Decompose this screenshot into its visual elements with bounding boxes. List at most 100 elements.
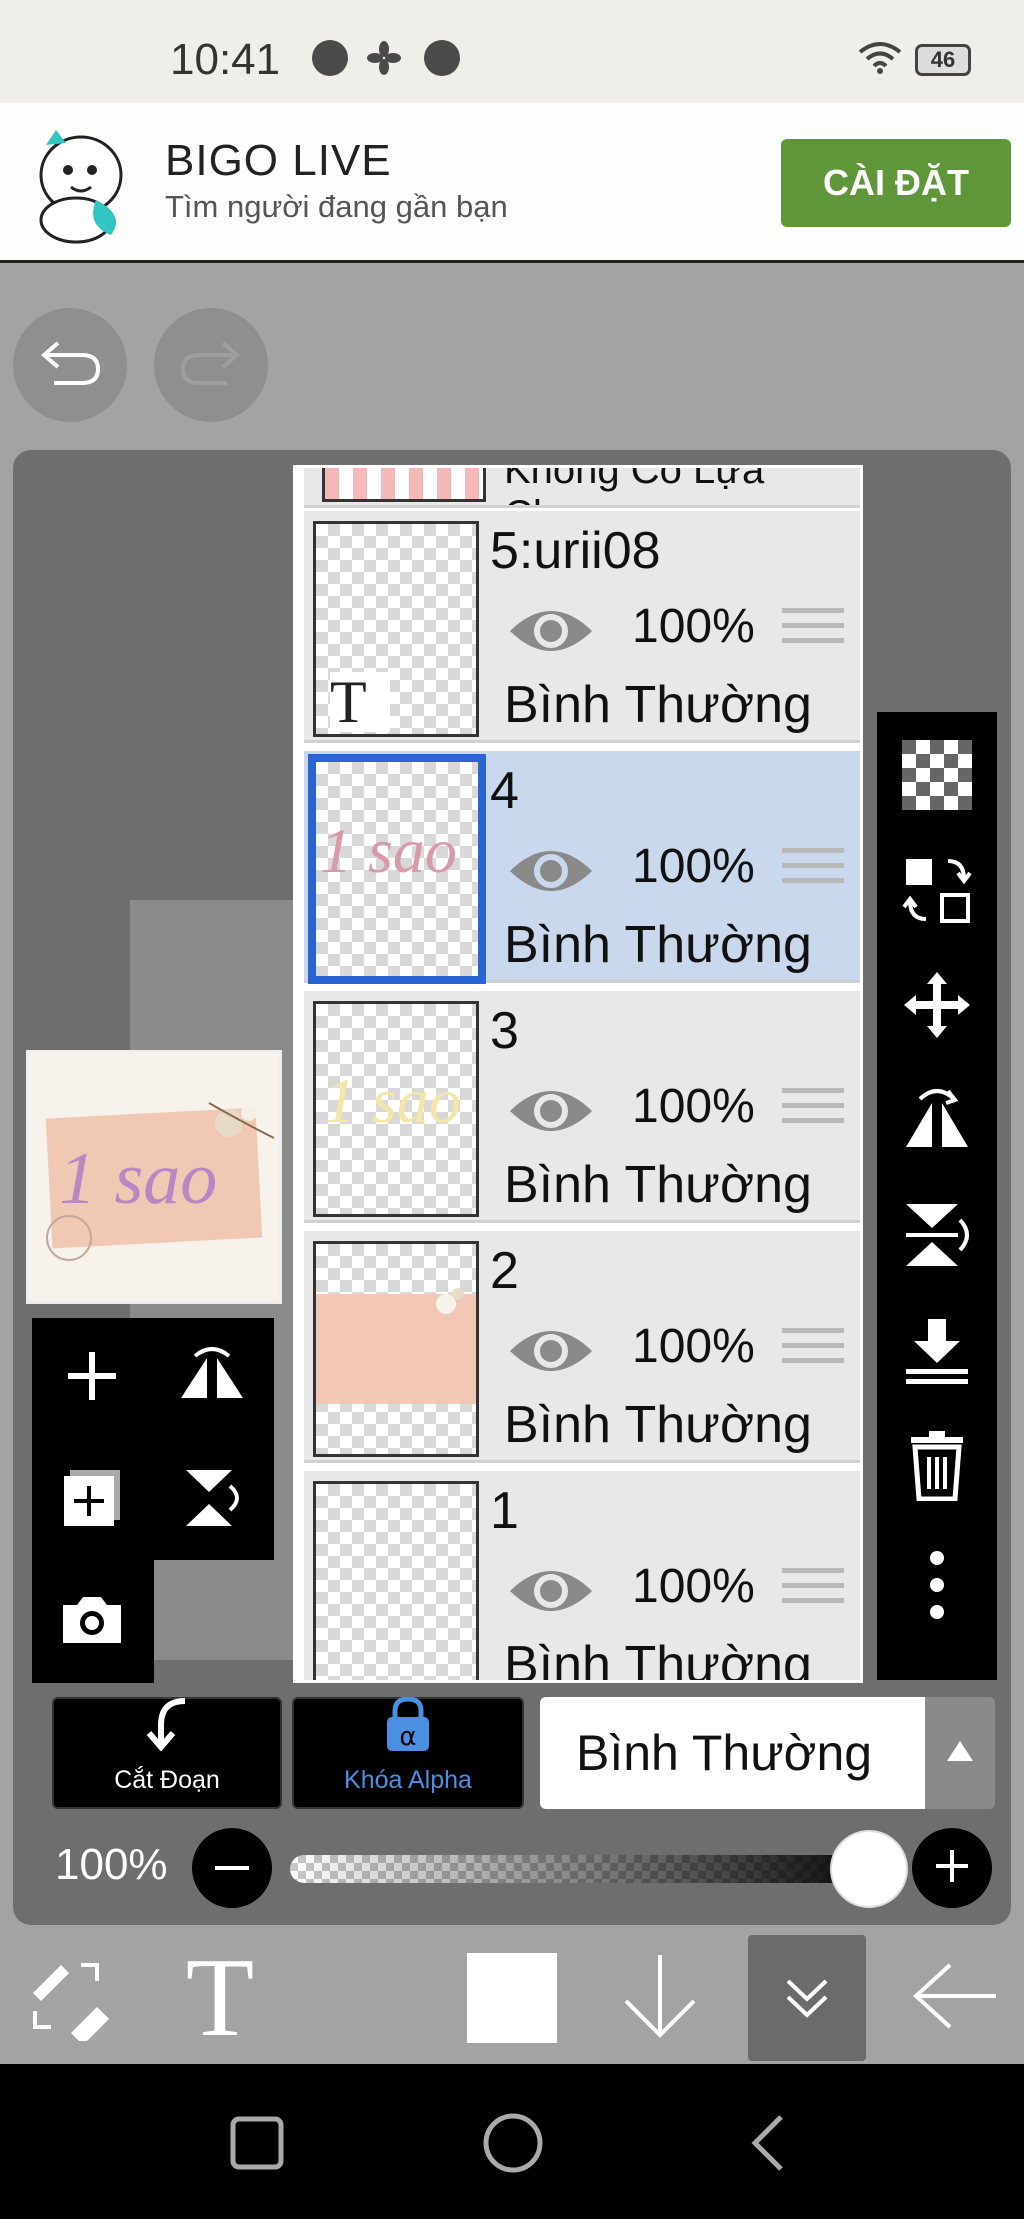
layer-row[interactable]: 1 100% Bình Thường	[304, 1471, 860, 1683]
rotate-flip-v-button[interactable]	[152, 1440, 272, 1560]
undo-icon	[38, 337, 102, 394]
rotate-flip-h-button[interactable]	[152, 1318, 272, 1438]
layer-thumb-partial	[322, 468, 486, 502]
status-bar: 10:41 46	[0, 0, 1024, 103]
transfer-icon	[902, 855, 972, 930]
trash-icon	[907, 1429, 967, 1506]
opacity-decrease-button[interactable]	[192, 1828, 272, 1908]
visibility-eye-icon[interactable]	[508, 1083, 594, 1139]
layers-list[interactable]: Không Có Lựa Chọn T 5:urii08 100% Bình T…	[293, 465, 863, 1683]
visibility-eye-icon[interactable]	[508, 1563, 594, 1619]
blend-mode-dropdown-button[interactable]	[925, 1697, 995, 1809]
layer-partial-label: Không Có Lựa Chọn	[504, 468, 765, 505]
add-layer-icon	[64, 1348, 120, 1409]
install-button[interactable]: CÀI ĐẶT	[781, 139, 1011, 227]
move-icon	[902, 970, 972, 1045]
layer-blend-mode: Bình Thường	[504, 1156, 812, 1214]
flip-horizontal-icon	[902, 1085, 972, 1160]
layer-thumbnail: 1 sao	[308, 754, 486, 984]
pinwheel-icon	[366, 40, 402, 76]
opacity-increase-button[interactable]	[912, 1828, 992, 1908]
square-icon	[230, 2116, 284, 2175]
triangle-up-icon	[945, 1739, 975, 1768]
add-layer-button[interactable]	[32, 1318, 152, 1438]
drag-handle-icon[interactable]	[782, 848, 844, 898]
layer-row-selected[interactable]: 1 sao 4 100% Bình Thường	[304, 751, 860, 984]
redo-button[interactable]	[154, 308, 268, 422]
blend-mode-select[interactable]: Bình Thường	[540, 1697, 925, 1809]
layer-row[interactable]: T 5:urii08 100% Bình Thường	[304, 511, 860, 743]
more-options-button[interactable]	[877, 1532, 997, 1642]
brush-eraser-button[interactable]	[20, 1935, 120, 2061]
flip-horizontal-button[interactable]	[877, 1067, 997, 1177]
layer-row[interactable]: 2 100% Bình Thường	[304, 1231, 860, 1463]
layer-thumbnail	[313, 1481, 479, 1680]
visibility-eye-icon[interactable]	[508, 603, 594, 659]
layer-thumb-title: 1 sao	[324, 1065, 461, 1136]
drag-handle-icon[interactable]	[782, 1328, 844, 1378]
layer-blend-mode: Bình Thường	[504, 676, 812, 734]
camera-button[interactable]	[32, 1562, 152, 1682]
clip-label: Cắt Đoạn	[114, 1766, 220, 1794]
layer-name: 5:urii08	[490, 522, 661, 580]
ad-banner[interactable]: BIGO LIVE Tìm người đang gần bạn CÀI ĐẶT	[0, 103, 1024, 263]
layer-down-button[interactable]	[615, 1935, 705, 2061]
transparent-fill-button[interactable]	[877, 722, 997, 832]
layer-opacity: 100%	[632, 840, 755, 893]
color-swatch-button[interactable]	[466, 1935, 558, 2061]
add-copy-icon	[60, 1466, 124, 1535]
text-tool-button[interactable]: T	[170, 1935, 270, 2061]
layer-name: 4	[490, 762, 519, 820]
svg-text:α: α	[399, 1722, 416, 1752]
layer-thumbnail	[313, 1241, 479, 1457]
canvas-thumbnail[interactable]: 1 sao	[26, 1050, 282, 1304]
home-button[interactable]	[478, 2110, 548, 2180]
layer-thumbnail: 1 sao	[313, 1001, 479, 1217]
color-swatch	[467, 1953, 557, 2043]
drag-handle-icon[interactable]	[782, 1088, 844, 1138]
back-nav-button[interactable]	[732, 2110, 802, 2180]
camera-icon	[59, 1593, 125, 1652]
layer-thumbnail: T	[313, 521, 479, 737]
opacity-slider[interactable]	[290, 1855, 890, 1883]
visibility-eye-icon[interactable]	[508, 1323, 594, 1379]
text-tool-icon: T	[185, 1935, 255, 2060]
move-button[interactable]	[877, 952, 997, 1062]
layer-blend-mode: Bình Thường	[504, 916, 812, 974]
opacity-value: 100%	[55, 1840, 168, 1889]
merge-down-button[interactable]	[877, 1297, 997, 1407]
alpha-lock-button[interactable]: α Khóa Alpha	[292, 1696, 524, 1809]
alpha-lock-icon: α	[385, 1696, 431, 1760]
delete-layer-button[interactable]	[877, 1412, 997, 1522]
add-copy-button[interactable]	[32, 1440, 152, 1560]
opacity-slider-handle[interactable]	[830, 1830, 908, 1908]
flip-vertical-button[interactable]	[877, 1182, 997, 1292]
visibility-eye-icon[interactable]	[508, 843, 594, 899]
layer-blend-mode: Bình Thường	[504, 1636, 812, 1683]
arrow-down-icon	[620, 1951, 700, 2046]
transfer-button[interactable]	[877, 837, 997, 947]
recent-apps-button[interactable]	[222, 2110, 292, 2180]
flip-vertical-icon	[902, 1200, 972, 1275]
layer-row[interactable]: 1 sao 3 100% Bình Thường	[304, 991, 860, 1223]
layer-name: 2	[490, 1242, 519, 1300]
layer-opacity: 100%	[632, 1560, 755, 1613]
plus-icon	[935, 1849, 969, 1888]
messenger-icon	[312, 40, 348, 76]
double-chevron-down-icon	[782, 1971, 832, 2026]
layer-blend-mode: Bình Thường	[504, 1396, 812, 1454]
layer-menu-button[interactable]	[748, 1935, 866, 2061]
chat-icon	[424, 40, 460, 76]
layer-row-partial[interactable]: Không Có Lựa Chọn	[304, 468, 860, 508]
drag-handle-icon[interactable]	[782, 608, 844, 658]
layer-actions-toolbar	[32, 1318, 274, 1683]
rotate-flip-v-icon	[180, 1466, 244, 1535]
drag-handle-icon[interactable]	[782, 1568, 844, 1618]
undo-button[interactable]	[13, 308, 127, 422]
layer-tools-toolbar	[877, 712, 997, 1680]
layer-name: 1	[490, 1482, 519, 1540]
clip-button[interactable]: Cắt Đoạn	[52, 1697, 282, 1809]
brush-eraser-icon	[25, 1951, 115, 2046]
layer-opacity: 100%	[632, 1080, 755, 1133]
back-button[interactable]	[905, 1935, 1005, 2061]
